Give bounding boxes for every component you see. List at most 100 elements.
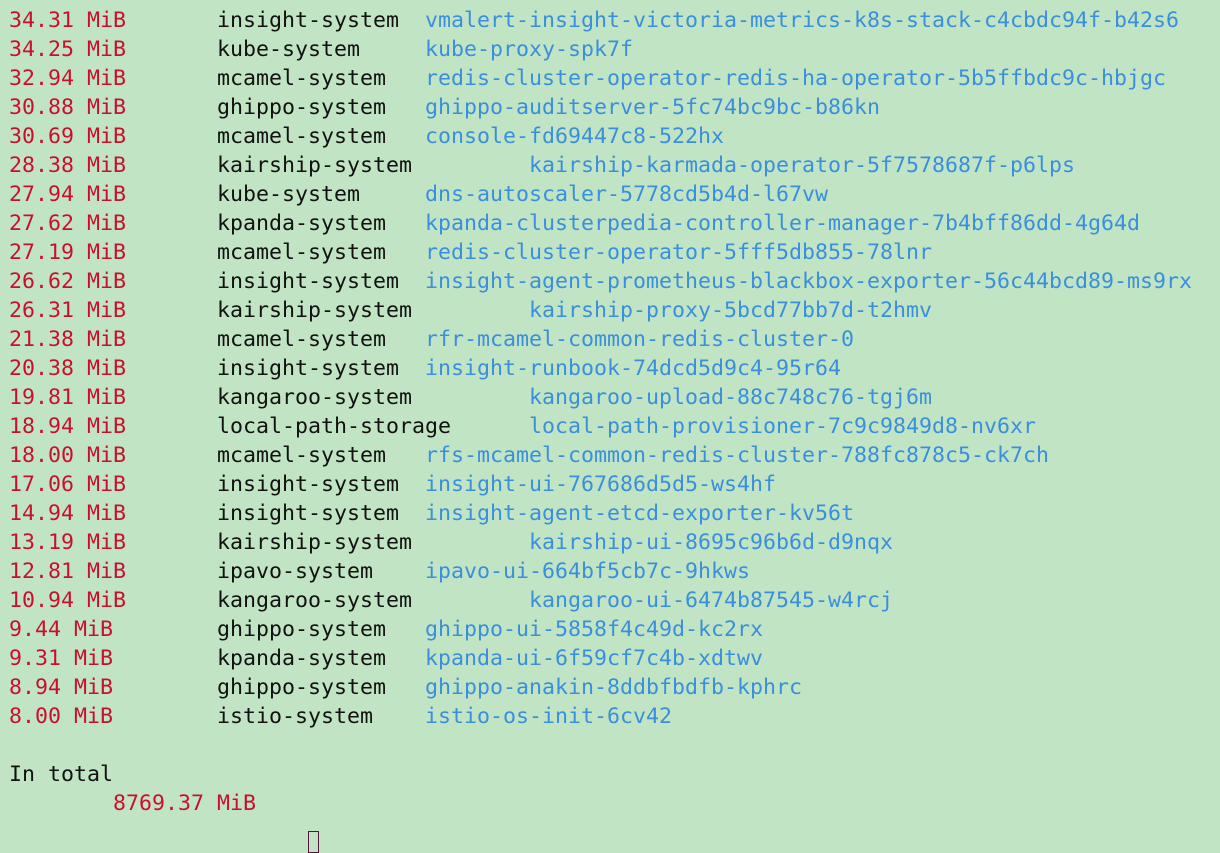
namespace: ghippo-system	[217, 617, 387, 642]
table-row: 13.19 MiB kairship-system kairship-ui-86…	[9, 530, 893, 555]
namespace: mcamel-system	[217, 240, 387, 265]
memory-usage: 18.00 MiB	[9, 443, 127, 468]
table-row: 10.94 MiB kangaroo-system kangaroo-ui-64…	[9, 588, 893, 613]
pod-name: ghippo-ui-5858f4c49d-kc2rx	[425, 617, 764, 642]
namespace: insight-system	[217, 269, 400, 294]
namespace: ghippo-system	[217, 675, 387, 700]
memory-usage: 26.62 MiB	[9, 269, 127, 294]
namespace: kangaroo-system	[217, 385, 413, 410]
pod-name: local-path-provisioner-7c9c9849d8-nv6xr	[529, 414, 1037, 439]
pod-name: ghippo-auditserver-5fc74bc9bc-b86kn	[425, 95, 881, 120]
pod-name: insight-agent-etcd-exporter-kv56t	[425, 501, 855, 526]
pod-name: insight-runbook-74dcd5d9c4-95r64	[425, 356, 842, 381]
pod-name: console-fd69447c8-522hx	[425, 124, 725, 149]
memory-usage: 13.19 MiB	[9, 530, 127, 555]
table-row: 27.19 MiB mcamel-system redis-cluster-op…	[9, 240, 932, 265]
total-value: 8769.37 MiB	[113, 791, 257, 816]
pod-name: redis-cluster-operator-redis-ha-operator…	[425, 66, 1167, 91]
memory-usage: 18.94 MiB	[9, 414, 127, 439]
memory-usage: 26.31 MiB	[9, 298, 127, 323]
terminal-cursor[interactable]	[308, 831, 320, 853]
namespace: local-path-storage	[217, 414, 452, 439]
pod-name: rfs-mcamel-common-redis-cluster-788fc878…	[425, 443, 1050, 468]
pod-name: kangaroo-ui-6474b87545-w4rcj	[529, 588, 894, 613]
table-row: 32.94 MiB mcamel-system redis-cluster-op…	[9, 66, 1166, 91]
table-row: 12.81 MiB ipavo-system ipavo-ui-664bf5cb…	[9, 559, 750, 584]
namespace: insight-system	[217, 8, 400, 33]
namespace: kpanda-system	[217, 211, 387, 236]
memory-usage: 14.94 MiB	[9, 501, 127, 526]
pod-name: kairship-karmada-operator-5f7578687f-p6l…	[529, 153, 1076, 178]
namespace: insight-system	[217, 501, 400, 526]
table-row: 17.06 MiB insight-system insight-ui-7676…	[9, 472, 776, 497]
pod-name: ghippo-anakin-8ddbfbdfb-kphrc	[425, 675, 803, 700]
namespace: kube-system	[217, 37, 361, 62]
memory-usage: 30.69 MiB	[9, 124, 127, 149]
memory-usage: 12.81 MiB	[9, 559, 127, 584]
namespace: mcamel-system	[217, 327, 387, 352]
total-label: In total	[9, 762, 114, 787]
table-row: 34.31 MiB insight-system vmalert-insight…	[9, 8, 1179, 33]
memory-usage: 27.94 MiB	[9, 182, 127, 207]
memory-usage: 32.94 MiB	[9, 66, 127, 91]
pod-name: ipavo-ui-664bf5cb7c-9hkws	[425, 559, 751, 584]
table-row: 21.38 MiB mcamel-system rfr-mcamel-commo…	[9, 327, 854, 352]
memory-usage: 19.81 MiB	[9, 385, 127, 410]
namespace: kube-system	[217, 182, 361, 207]
memory-usage: 30.88 MiB	[9, 95, 127, 120]
table-row: 9.44 MiB ghippo-system ghippo-ui-5858f4c…	[9, 617, 763, 642]
pod-name: insight-agent-prometheus-blackbox-export…	[425, 269, 1193, 294]
pod-name: kube-proxy-spk7f	[425, 37, 634, 62]
table-row: 18.00 MiB mcamel-system rfs-mcamel-commo…	[9, 443, 1049, 468]
memory-usage: 34.31 MiB	[9, 8, 127, 33]
table-row: 20.38 MiB insight-system insight-runbook…	[9, 356, 841, 381]
table-row: 30.88 MiB ghippo-system ghippo-auditserv…	[9, 95, 880, 120]
memory-usage: 9.44 MiB	[9, 617, 114, 642]
pod-name: kpanda-clusterpedia-controller-manager-7…	[425, 211, 1141, 236]
namespace: ghippo-system	[217, 95, 387, 120]
namespace: kpanda-system	[217, 646, 387, 671]
namespace: kairship-system	[217, 298, 413, 323]
table-row: 8.00 MiB istio-system istio-os-init-6cv4…	[9, 704, 672, 729]
pod-name: rfr-mcamel-common-redis-cluster-0	[425, 327, 855, 352]
table-row: 34.25 MiB kube-system kube-proxy-spk7f	[9, 37, 633, 62]
table-row: 8.94 MiB ghippo-system ghippo-anakin-8dd…	[9, 675, 802, 700]
namespace: kairship-system	[217, 153, 413, 178]
namespace: ipavo-system	[217, 559, 374, 584]
pod-name: vmalert-insight-victoria-metrics-k8s-sta…	[425, 8, 1180, 33]
memory-usage: 21.38 MiB	[9, 327, 127, 352]
table-row: 9.31 MiB kpanda-system kpanda-ui-6f59cf7…	[9, 646, 763, 671]
pod-name: insight-ui-767686d5d5-ws4hf	[425, 472, 777, 497]
memory-usage: 8.00 MiB	[9, 704, 114, 729]
memory-usage: 17.06 MiB	[9, 472, 127, 497]
pod-name: redis-cluster-operator-5fff5db855-78lnr	[425, 240, 933, 265]
namespace: insight-system	[217, 356, 400, 381]
pod-name: dns-autoscaler-5778cd5b4d-l67vw	[425, 182, 829, 207]
pod-name: kangaroo-upload-88c748c76-tgj6m	[529, 385, 933, 410]
memory-usage: 28.38 MiB	[9, 153, 127, 178]
namespace: kangaroo-system	[217, 588, 413, 613]
namespace: mcamel-system	[217, 124, 387, 149]
table-row: 26.31 MiB kairship-system kairship-proxy…	[9, 298, 932, 323]
pod-name: kairship-proxy-5bcd77bb7d-t2hmv	[529, 298, 933, 323]
memory-usage: 27.19 MiB	[9, 240, 127, 265]
table-row: 28.38 MiB kairship-system kairship-karma…	[9, 153, 1075, 178]
namespace: kairship-system	[217, 530, 413, 555]
memory-usage: 20.38 MiB	[9, 356, 127, 381]
memory-usage: 34.25 MiB	[9, 37, 127, 62]
memory-usage: 27.62 MiB	[9, 211, 127, 236]
table-row: 14.94 MiB insight-system insight-agent-e…	[9, 501, 854, 526]
table-row: 26.62 MiB insight-system insight-agent-p…	[9, 269, 1192, 294]
namespace: mcamel-system	[217, 66, 387, 91]
memory-usage: 8.94 MiB	[9, 675, 114, 700]
table-row: 27.62 MiB kpanda-system kpanda-clusterpe…	[9, 211, 1140, 236]
memory-usage: 10.94 MiB	[9, 588, 127, 613]
table-row: 30.69 MiB mcamel-system console-fd69447c…	[9, 124, 724, 149]
table-row: 19.81 MiB kangaroo-system kangaroo-uploa…	[9, 385, 932, 410]
table-row: 27.94 MiB kube-system dns-autoscaler-577…	[9, 182, 828, 207]
namespace: insight-system	[217, 472, 400, 497]
namespace: istio-system	[217, 704, 374, 729]
pod-name: kairship-ui-8695c96b6d-d9nqx	[529, 530, 894, 555]
table-row: 18.94 MiB local-path-storage local-path-…	[9, 414, 1036, 439]
memory-usage: 9.31 MiB	[9, 646, 114, 671]
